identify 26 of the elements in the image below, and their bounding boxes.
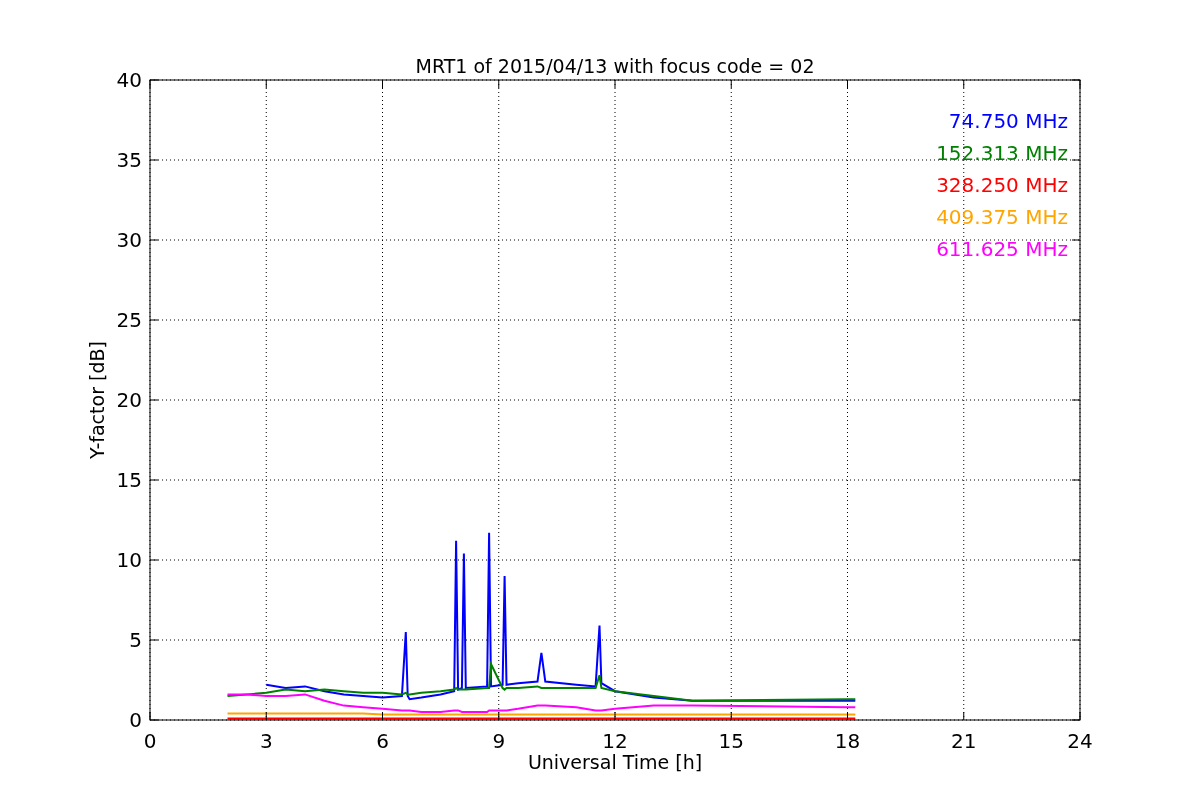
y-tick-label: 25 [116,308,142,332]
y-tick-label: 10 [116,548,142,572]
y-tick-label: 30 [116,228,142,252]
x-tick-label: 21 [951,729,977,753]
x-axis-label: Universal Time [h] [527,751,703,773]
x-tick-label: 18 [834,729,861,753]
y-axis-label: Y-factor [dB] [86,341,108,459]
y-tick-label: 20 [116,388,142,412]
x-tick-label: 6 [376,729,389,753]
y-tick-label: 15 [116,468,142,492]
legend-label: 328.250 MHz [936,173,1068,197]
legend-label: 152.313 MHz [936,141,1068,165]
legend-label: 409.375 MHz [936,205,1068,229]
y-tick-label: 40 [116,68,142,92]
y-tick-label: 35 [116,148,142,172]
legend-label: 74.750 MHz [948,109,1068,133]
legend-label: 611.625 MHz [936,237,1068,261]
x-tick-label: 9 [492,729,506,753]
x-tick-label: 12 [602,729,628,753]
x-tick-label: 24 [1067,729,1093,753]
x-tick-label: 3 [259,729,273,753]
y-tick-label: 0 [129,708,142,732]
chart-title: MRT1 of 2015/04/13 with focus code = 02 [415,55,815,77]
x-tick-label: 15 [718,729,744,753]
x-tick-label: 0 [143,729,157,753]
y-tick-label: 5 [129,628,142,652]
